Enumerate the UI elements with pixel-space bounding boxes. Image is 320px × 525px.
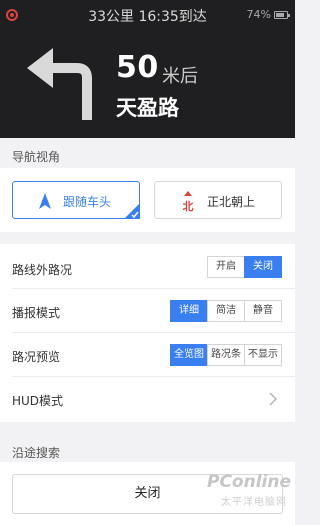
north-up-icon: 北 — [183, 191, 194, 213]
battery-icon — [274, 11, 290, 19]
broadcast-mute-button[interactable]: 静音 — [244, 300, 282, 322]
traffic-outside-off-button[interactable]: 关闭 — [244, 256, 282, 278]
maneuver-distance-unit: 米后 — [162, 66, 198, 87]
battery-percentage: 74% — [246, 8, 271, 21]
traffic-preview-overview-button[interactable]: 全览图 — [170, 344, 208, 366]
nav-view-section-title: 导航视角 — [12, 150, 61, 164]
turn-left-arrow-icon — [27, 48, 92, 120]
status-bar: 33公里 16:35到达 74% — [0, 0, 295, 28]
hud-mode-row[interactable]: HUD模式 — [0, 377, 295, 421]
next-road-name: 天盈路 — [116, 96, 179, 120]
broadcast-concise-button[interactable]: 简洁 — [207, 300, 245, 322]
navigation-guidance-panel: 33公里 16:35到达 74% 50 米后 天盈路 — [0, 0, 295, 138]
follow-heading-label: 跟随车头 — [63, 195, 112, 209]
navigation-arrow-icon — [39, 193, 51, 209]
follow-heading-option[interactable]: 跟随车头 — [12, 181, 140, 219]
hud-mode-label: HUD模式 — [12, 394, 64, 408]
north-up-label: 正北朝上 — [207, 195, 256, 209]
chevron-right-icon — [269, 392, 278, 406]
traffic-outside-on-button[interactable]: 开启 — [207, 256, 245, 278]
maneuver-distance: 50 — [116, 50, 159, 85]
traffic-preview-hide-button[interactable]: 不显示 — [244, 344, 282, 366]
divider — [12, 288, 295, 289]
traffic-outside-label: 路线外路况 — [12, 263, 73, 277]
watermark-brand: PConline — [206, 472, 291, 492]
broadcast-detailed-button[interactable]: 详细 — [170, 300, 208, 322]
north-up-option[interactable]: 北 正北朝上 — [154, 181, 282, 219]
along-route-section-title: 沿途搜索 — [12, 446, 61, 460]
broadcast-mode-label: 播报模式 — [12, 306, 61, 320]
svg-text:北: 北 — [183, 199, 194, 213]
watermark-subtitle: 太平洋电脑网 — [221, 497, 287, 508]
traffic-preview-label: 路况预览 — [12, 350, 61, 364]
divider — [12, 332, 295, 333]
traffic-preview-bar-button[interactable]: 路况条 — [207, 344, 245, 366]
checkmark-icon — [124, 203, 140, 219]
